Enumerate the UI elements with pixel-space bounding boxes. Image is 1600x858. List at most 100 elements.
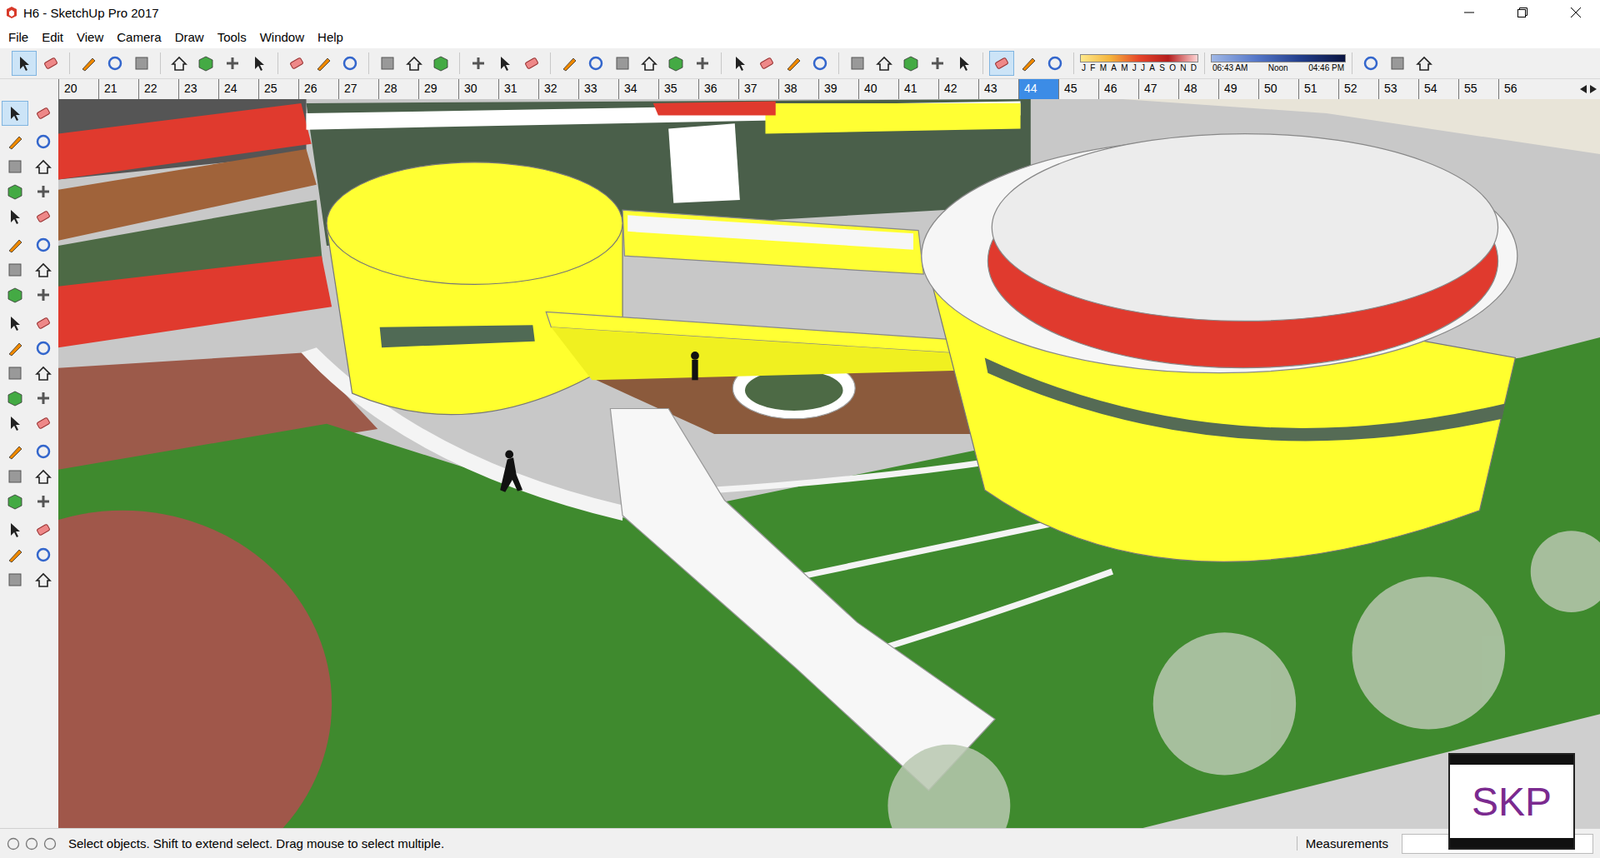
menu-item[interactable]: View bbox=[70, 26, 110, 48]
palette-button[interactable] bbox=[30, 542, 57, 568]
credits-icon[interactable] bbox=[25, 837, 39, 851]
palette-button[interactable] bbox=[30, 464, 57, 490]
toolbar-button[interactable] bbox=[871, 50, 897, 76]
restore-button[interactable] bbox=[1498, 0, 1547, 25]
menu-item[interactable]: Window bbox=[253, 26, 311, 48]
scene-tab[interactable]: 37 bbox=[738, 79, 779, 100]
toolbar-button[interactable] bbox=[337, 50, 363, 76]
menu-item[interactable]: Edit bbox=[35, 26, 70, 48]
palette-button[interactable] bbox=[1, 567, 29, 593]
close-button[interactable] bbox=[1551, 0, 1600, 25]
user-icon[interactable] bbox=[43, 837, 57, 851]
toolbar-button[interactable] bbox=[951, 50, 977, 76]
scene-tab[interactable]: 22 bbox=[138, 79, 179, 100]
palette-button[interactable] bbox=[1, 335, 29, 361]
scene-tab[interactable]: 24 bbox=[218, 79, 259, 100]
toolbar-button[interactable] bbox=[220, 50, 245, 76]
scene-tab[interactable]: 30 bbox=[458, 79, 499, 100]
menu-item[interactable]: Help bbox=[310, 26, 350, 48]
palette-button[interactable] bbox=[1, 410, 29, 436]
toolbar-button[interactable] bbox=[727, 50, 753, 76]
menu-item[interactable]: Tools bbox=[210, 26, 254, 48]
toolbar-button[interactable] bbox=[583, 50, 609, 76]
scene-tab[interactable]: 43 bbox=[978, 79, 1019, 100]
toolbar-button[interactable] bbox=[780, 50, 806, 76]
menu-item[interactable]: Camera bbox=[110, 26, 168, 48]
minimize-button[interactable] bbox=[1445, 0, 1494, 25]
scene-tab[interactable]: 47 bbox=[1138, 79, 1179, 100]
large-cylinder[interactable] bbox=[921, 134, 1518, 563]
scene-tab[interactable]: 53 bbox=[1378, 79, 1419, 100]
toolbar-button[interactable] bbox=[898, 50, 924, 76]
palette-button[interactable] bbox=[30, 232, 57, 258]
palette-button[interactable] bbox=[1, 100, 29, 126]
palette-button[interactable] bbox=[30, 335, 57, 361]
extension-button[interactable] bbox=[1411, 50, 1437, 76]
toolbar-button[interactable] bbox=[754, 50, 780, 76]
palette-button[interactable] bbox=[1, 542, 29, 568]
scene-tab[interactable]: 48 bbox=[1178, 79, 1219, 100]
palette-button[interactable] bbox=[1, 282, 29, 308]
toolbar-button[interactable] bbox=[610, 50, 635, 76]
time-slider[interactable]: 06:43 AMNoon04:46 PM bbox=[1210, 54, 1346, 73]
palette-button[interactable] bbox=[1, 179, 29, 205]
toolbar-button[interactable] bbox=[11, 50, 37, 76]
scene-tab[interactable]: 33 bbox=[578, 79, 619, 100]
toolbar-button[interactable] bbox=[284, 50, 310, 76]
staircase[interactable] bbox=[610, 409, 995, 791]
toolbar-button[interactable] bbox=[519, 50, 545, 76]
model-view[interactable] bbox=[58, 99, 1600, 829]
palette-button[interactable] bbox=[1, 129, 29, 155]
palette-button[interactable] bbox=[30, 204, 57, 230]
viewport[interactable] bbox=[58, 99, 1600, 829]
toolbar-button[interactable] bbox=[989, 50, 1015, 76]
toolbar-button[interactable] bbox=[375, 50, 400, 76]
toolbar-button[interactable] bbox=[246, 50, 272, 76]
scene-tab[interactable]: 52 bbox=[1338, 79, 1379, 100]
scroll-right-icon[interactable] bbox=[1590, 85, 1597, 94]
toolbar-button[interactable] bbox=[807, 50, 833, 76]
scene-tab[interactable]: 55 bbox=[1458, 79, 1499, 100]
toolbar-button[interactable] bbox=[663, 50, 689, 76]
scene-tab[interactable]: 25 bbox=[258, 79, 299, 100]
toolbar-button[interactable] bbox=[925, 50, 950, 76]
palette-button[interactable] bbox=[30, 360, 57, 386]
scene-tab[interactable]: 34 bbox=[618, 79, 659, 100]
scene-tab[interactable]: 35 bbox=[658, 79, 699, 100]
scene-tab[interactable]: 28 bbox=[378, 79, 419, 100]
toolbar-button[interactable] bbox=[556, 50, 582, 76]
toolbar-button[interactable] bbox=[166, 50, 192, 76]
scene-tab[interactable]: 36 bbox=[698, 79, 739, 100]
scene-tab[interactable]: 38 bbox=[778, 79, 819, 100]
scene-tab[interactable]: 54 bbox=[1418, 79, 1459, 100]
scene-tab[interactable]: 50 bbox=[1258, 79, 1299, 100]
scene-tab[interactable]: 39 bbox=[818, 79, 859, 100]
scroll-left-icon[interactable] bbox=[1580, 85, 1587, 94]
scene-tab[interactable]: 41 bbox=[898, 79, 939, 100]
palette-button[interactable] bbox=[30, 489, 57, 515]
scene-tab[interactable]: 56 bbox=[1498, 79, 1539, 100]
toolbar-button[interactable] bbox=[75, 50, 101, 76]
scene-tab[interactable]: 49 bbox=[1218, 79, 1259, 100]
scene-tab[interactable]: 32 bbox=[538, 79, 579, 100]
palette-button[interactable] bbox=[1, 360, 29, 386]
toolbar-button[interactable] bbox=[1042, 50, 1068, 76]
scene-tab[interactable]: 46 bbox=[1098, 79, 1139, 100]
palette-button[interactable] bbox=[30, 257, 57, 283]
scene-tab[interactable]: 23 bbox=[178, 79, 219, 100]
palette-button[interactable] bbox=[1, 310, 29, 336]
extension-button[interactable] bbox=[1358, 50, 1384, 76]
extension-button[interactable] bbox=[1385, 50, 1410, 76]
palette-button[interactable] bbox=[1, 204, 29, 230]
scene-tab[interactable]: 45 bbox=[1058, 79, 1099, 100]
palette-button[interactable] bbox=[30, 385, 57, 411]
scene-tab[interactable]: 21 bbox=[98, 79, 139, 100]
palette-button[interactable] bbox=[30, 517, 57, 543]
toolbar-button[interactable] bbox=[102, 50, 128, 76]
scene-tab[interactable]: 20 bbox=[58, 79, 99, 100]
toolbar-button[interactable] bbox=[38, 50, 64, 76]
toolbar-button[interactable] bbox=[636, 50, 662, 76]
toolbar-button[interactable] bbox=[690, 50, 715, 76]
scene-tab[interactable]: 29 bbox=[418, 79, 459, 100]
scene-tab[interactable]: 40 bbox=[858, 79, 899, 100]
